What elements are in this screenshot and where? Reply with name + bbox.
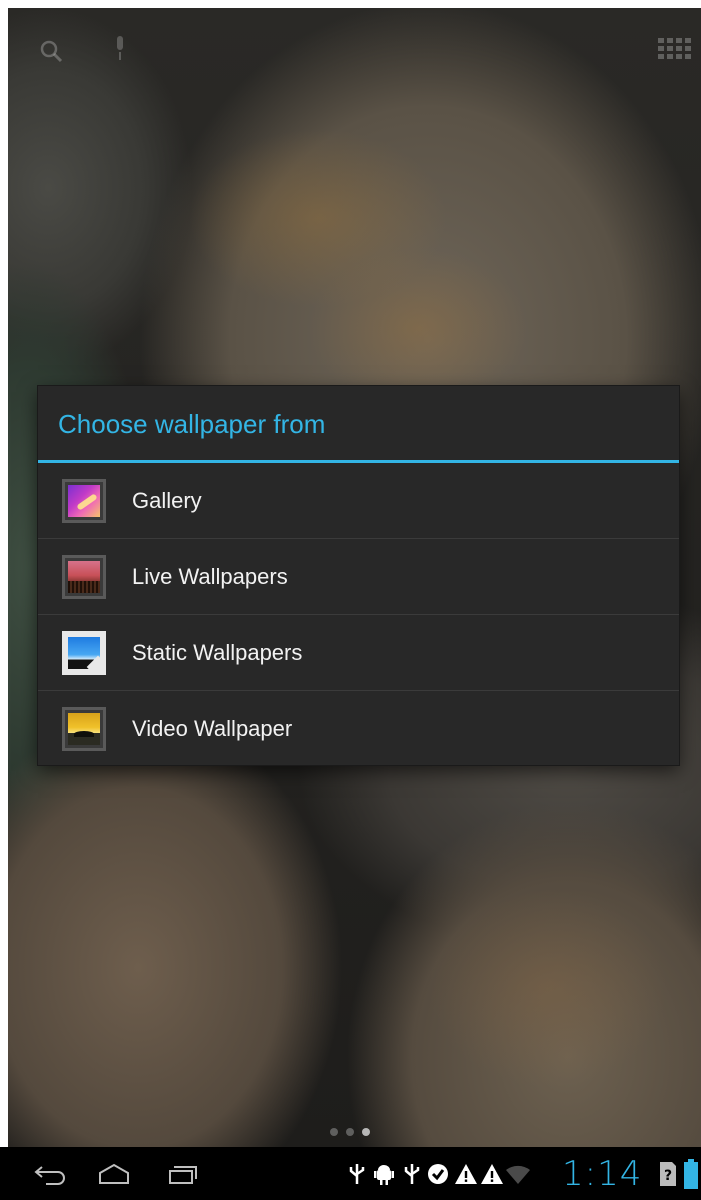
recent-apps-icon[interactable]	[162, 1159, 202, 1189]
back-icon[interactable]	[30, 1159, 70, 1189]
rock-texture	[428, 888, 668, 1088]
warning-icon	[455, 1164, 477, 1184]
page-indicator	[330, 1128, 370, 1136]
video-wallpaper-icon	[62, 707, 106, 751]
check-notification-icon	[428, 1164, 448, 1184]
page-dot-active	[362, 1128, 370, 1136]
system-bar: 1:14 ?	[0, 1147, 701, 1200]
home-icon[interactable]	[94, 1159, 134, 1189]
option-static-wallpapers[interactable]: Static Wallpapers	[38, 615, 679, 691]
option-label: Video Wallpaper	[132, 716, 293, 741]
wifi-icon	[506, 1165, 530, 1184]
android-screen: Choose wallpaper from Gallery Live Wallp…	[0, 0, 701, 1200]
static-wallpapers-icon	[62, 630, 106, 675]
rock-texture	[308, 248, 528, 408]
option-label: Gallery	[132, 487, 202, 513]
usb-icon	[349, 1164, 365, 1184]
choose-wallpaper-dialog: Choose wallpaper from Gallery Live Wallp…	[38, 386, 679, 765]
option-live-wallpapers[interactable]: Live Wallpapers	[38, 539, 679, 615]
search-icon[interactable]	[38, 38, 64, 64]
battery-icon	[684, 1159, 698, 1189]
usb-icon	[404, 1164, 420, 1184]
sim-unknown-icon: ?	[660, 1162, 676, 1186]
gallery-icon	[62, 478, 106, 523]
dialog-title: Choose wallpaper from	[38, 386, 679, 463]
svg-text:?: ?	[664, 1168, 672, 1184]
android-debug-icon	[374, 1165, 394, 1185]
option-gallery[interactable]: Gallery	[38, 463, 679, 539]
option-label: Static Wallpapers	[132, 639, 303, 665]
option-label: Live Wallpapers	[132, 563, 288, 589]
microphone-icon[interactable]	[112, 34, 128, 64]
warning-icon	[481, 1164, 503, 1184]
live-wallpapers-icon	[62, 554, 106, 599]
page-dot	[346, 1128, 354, 1136]
option-video-wallpaper[interactable]: Video Wallpaper	[38, 691, 679, 767]
status-clock: 1:14	[562, 1154, 643, 1194]
page-dot	[330, 1128, 338, 1136]
apps-grid-icon[interactable]	[658, 38, 694, 62]
